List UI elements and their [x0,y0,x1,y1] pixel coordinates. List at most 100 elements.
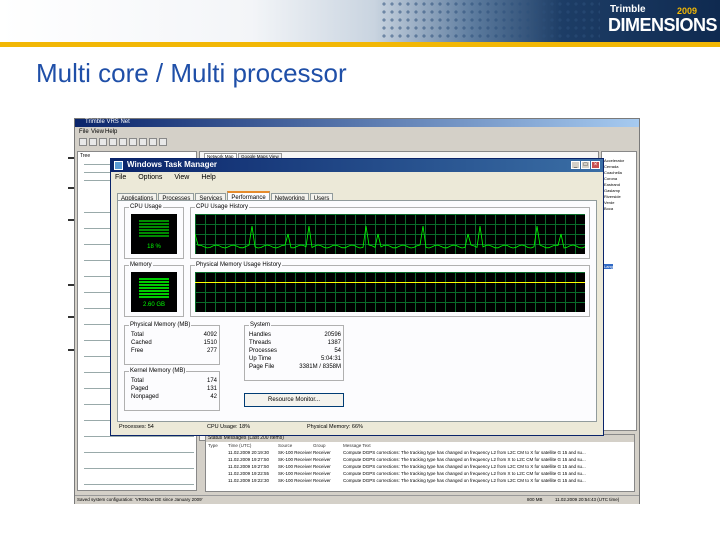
toolbar-button[interactable] [79,138,87,146]
status-message-cell: 11.02.2009 19:27:50 [228,457,269,462]
cpu-usage-label: CPU Usage [129,204,163,210]
status-message-cell: SK-100 Receiver [278,471,313,476]
maximize-icon[interactable]: □ [581,161,590,169]
column-header[interactable]: Message Text [343,443,371,448]
cpu-usage-meter: 18 % [131,214,177,254]
column-header[interactable]: Time (UTC) [228,443,251,448]
memory-history-graph [195,272,585,312]
station-list-item[interactable]: Eastrand [604,182,620,187]
status-message-cell: 11.02.2009 19:22:30 [228,478,269,483]
station-list-panel[interactable]: Accelerator Cerrada Coachella Corona Eas… [601,151,637,431]
status-message-cell: Compute DGPS corrections: The tracking t… [343,478,586,483]
resource-monitor-button[interactable]: Resource Monitor... [244,393,344,407]
column-header[interactable]: Source [278,443,292,448]
app-status-bar: Saved system configuration: 'VRSNow DE s… [75,495,639,504]
station-list-item[interactable]: Riverside [604,194,621,199]
status-message-cell: SK-100 Receiver [278,464,313,469]
status-message-row[interactable]: 11.02.2009 19:22:55 SK-100 Receiver Receiv… [208,471,628,477]
tree-item[interactable] [84,468,194,469]
status-messages-columns: Type Time (UTC) Source Group Message Tex… [208,443,628,449]
physical-memory-group: Physical Memory (MB) Total 4092 Cached 151… [124,322,220,365]
station-list-item[interactable]: Verde [604,200,614,205]
task-manager-title-bar: Windows Task Manager _ □ × [111,159,603,172]
status-message-cell: Receiver [313,471,331,476]
kernel-memory-label: Kernel Memory (MB) [129,368,187,374]
station-list-item[interactable]: Boca [604,206,613,211]
status-message-cell: 11.02.2009 20:19:30 [228,450,269,455]
toolbar-button[interactable] [109,138,117,146]
physical-memory-label: Physical Memory (MB) [129,322,192,328]
station-list-item[interactable]: Cerrada [604,164,618,169]
cpu-usage-group: CPU Usage 18 % [124,204,184,259]
status-message-cell: Receiver [313,464,331,469]
toolbar-button[interactable] [89,138,97,146]
task-manager-title: Windows Task Manager [127,160,218,169]
system-label: System [249,322,272,328]
memory-history-label: Physical Memory Usage History [195,262,283,268]
app-menu-view[interactable]: View [91,129,104,135]
status-processes: Processes: 54 [119,424,154,430]
status-bar-memory: 800 MB [527,497,543,502]
performance-tab-body: CPU Usage 18 % CPU Usage History Memory … [117,200,597,422]
cpu-history-label: CPU Usage History [195,204,250,210]
banner-accent-bar [0,42,720,47]
minimize-icon[interactable]: _ [571,161,580,169]
status-message-row[interactable]: 11.02.2009 19:27:50 SK-100 Receiver Receiv… [208,464,628,470]
toolbar-button[interactable] [139,138,147,146]
status-message-row[interactable]: 11.02.2009 19:22:30 SK-100 Receiver Receiv… [208,478,628,484]
task-manager-icon [114,161,123,170]
memory-label: Memory [129,262,153,268]
status-message-cell: SK-100 Receiver [278,478,313,483]
app-title-bar: Trimble VRS Net [75,119,639,127]
toolbar-button[interactable] [149,138,157,146]
banner-dot-pattern [380,0,600,42]
cpu-meter-bars [139,220,169,238]
app-menu-file[interactable]: File [79,129,89,135]
status-message-cell: SK-100 Receiver [278,450,313,455]
toolbar-button[interactable] [99,138,107,146]
tree-item[interactable] [84,452,194,453]
memory-history-line [195,282,585,283]
menu-file[interactable]: File [115,174,126,181]
menu-help[interactable]: Help [201,174,215,181]
station-list-item[interactable]: Accelerator [604,158,624,163]
status-message-row[interactable]: 11.02.2009 19:27:50 SK-100 Receiver Receiv… [208,457,628,463]
status-message-cell: Compute DGPS corrections: The tracking t… [343,450,586,455]
app-toolbar [77,137,637,149]
column-header[interactable]: Group [313,443,326,448]
station-list-item[interactable]: Coachella [604,170,622,175]
toolbar-button[interactable] [129,138,137,146]
task-manager-status-bar: Processes: 54 CPU Usage: 18% Physical Me… [117,423,597,434]
status-cpu-usage: CPU Usage: 18% [207,424,251,430]
station-list-item[interactable]: Corona [604,176,617,181]
system-group: System Handles 20596 Threads 1387 Processe… [244,322,344,381]
tree-item[interactable] [84,436,194,437]
close-icon[interactable]: × [591,161,600,169]
memory-history-group: Physical Memory Usage History [190,262,590,317]
toolbar-button[interactable] [119,138,127,146]
column-header[interactable]: Type [208,443,218,448]
task-manager-menu-bar: File Options View Help [115,174,226,184]
status-message-cell: 11.02.2009 19:22:55 [228,471,269,476]
menu-view[interactable]: View [174,174,189,181]
status-message-cell: Compute DGPS corrections: The tracking t… [343,464,586,469]
toolbar-button[interactable] [159,138,167,146]
station-list-item[interactable]: Gaslamp [604,188,620,193]
memory-group: Memory 2.60 GB [124,262,184,317]
tree-item[interactable] [84,484,194,485]
brand-trimble: Trimble [610,4,646,15]
task-manager-tabs: Applications Processes Services Performance… [117,187,334,205]
cpu-history-group: CPU Usage History [190,204,590,259]
status-message-cell: Receiver [313,450,331,455]
menu-options[interactable]: Options [138,174,162,181]
status-message-cell: SK-100 Receiver [278,457,313,462]
app-menu-help[interactable]: Help [105,129,117,135]
station-list-item-selected[interactable]: Lang [604,264,613,269]
cpu-history-graph [194,214,586,254]
status-bar-text: Saved system configuration: 'VRSNow DE s… [77,497,203,502]
status-message-row[interactable]: 11.02.2009 20:19:30 SK-100 Receiver Receiv… [208,450,628,456]
status-message-cell: Receiver [313,457,331,462]
app-title: Trimble VRS Net [85,119,130,125]
status-message-cell: 11.02.2009 19:27:50 [228,464,269,469]
status-message-cell: Receiver [313,478,331,483]
